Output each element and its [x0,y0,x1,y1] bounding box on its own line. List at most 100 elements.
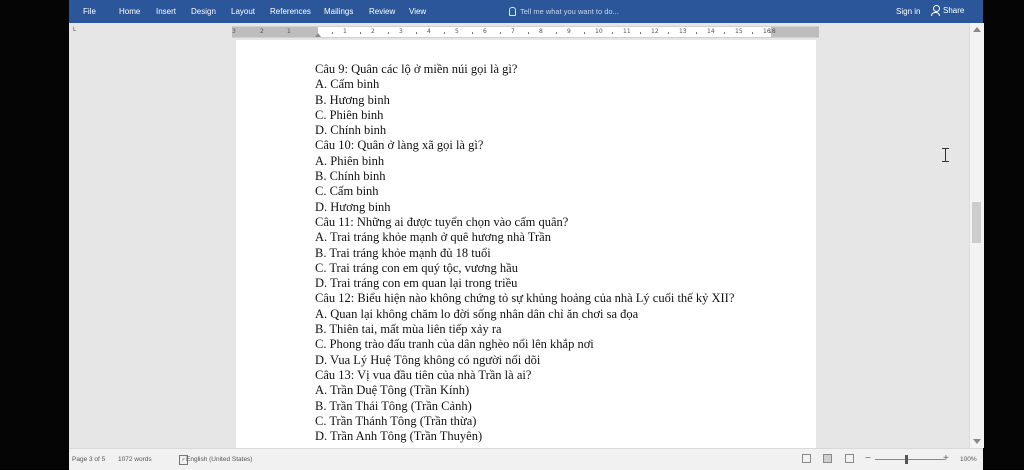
ruler-number: 15 [735,28,743,35]
read-mode-icon[interactable] [802,454,811,463]
document-line[interactable]: A. Quan lại không chăm lo đời sống nhân … [315,307,734,322]
document-page[interactable]: Câu 9: Quân các lộ ở miền núi gọi là gì?… [236,40,816,448]
word-window: File Home Insert Design Layout Reference… [0,0,1024,470]
ruler-tick [360,32,361,34]
web-layout-icon[interactable] [845,454,854,463]
document-line[interactable]: Câu 12: Biểu hiện nào không chứng tỏ sự … [315,291,734,306]
zoom-out-icon[interactable]: − [865,453,871,464]
document-line[interactable]: B. Trần Thái Tông (Trần Cảnh) [315,399,734,414]
document-line[interactable]: B. Thiên tai, mất mùa liên tiếp xảy ra [315,322,734,337]
right-black-border [983,0,1024,469]
share-label: Share [943,6,965,15]
document-line[interactable]: D. Trần Anh Tông (Trần Thuyên) [315,429,734,444]
document-line[interactable]: D. Trai tráng con em quan lại trong triề… [315,276,734,291]
ruler-number: 2 [371,28,375,35]
ruler-tick [640,32,641,34]
left-black-border [0,0,69,469]
ruler-number: 7 [511,28,515,35]
document-line[interactable]: A. Cấm binh [315,77,734,92]
tab-view[interactable]: View [409,7,426,16]
ruler-number: 12 [651,28,659,35]
horizontal-ruler[interactable]: 3 2 1 18 1 2 3 4 5 6 7 8 9 10 11 12 13 14 15 16 [232,26,819,38]
ruler-tick [500,32,501,34]
document-line[interactable]: B. Trai tráng khỏe mạnh đủ 18 tuổi [315,246,734,261]
zoom-slider[interactable] [875,459,945,460]
document-line[interactable]: Câu 10: Quân ở làng xã gọi là gì? [315,138,734,153]
tab-home[interactable]: Home [119,7,140,16]
sign-in-link[interactable]: Sign in [896,7,920,16]
document-line[interactable]: C. Phong trào đấu tranh của dân nghèo nổ… [315,337,734,352]
document-line[interactable]: A. Trần Duệ Tông (Trần Kính) [315,383,734,398]
document-line[interactable]: A. Phiên binh [315,154,734,169]
indent-marker[interactable] [315,33,321,37]
document-line[interactable]: D. Vua Lý Huệ Tông không có người nối dõ… [315,353,734,368]
tab-review[interactable]: Review [369,7,395,16]
vertical-scrollbar[interactable] [969,23,984,448]
ruler-tick [332,32,333,34]
ruler-number: 3 [399,28,403,35]
ruler-number: 8 [539,28,543,35]
tell-me-text: Tell me what you want to do... [520,7,619,16]
document-line[interactable]: A. Trai tráng khỏe mạnh ở quê hương nhà … [315,230,734,245]
tab-mailings[interactable]: Mailings [324,7,353,16]
status-bar: Page 3 of 5 1072 words ✓ English (United… [69,448,983,470]
ruler-tick [612,32,613,34]
share-button[interactable]: Share [931,5,964,16]
document-line[interactable]: C. Phiên binh [315,108,734,123]
document-line[interactable]: D. Chính binh [315,123,734,138]
page-count[interactable]: Page 3 of 5 [72,456,105,463]
tab-references[interactable]: References [270,7,311,16]
document-text: Câu 9: Quân các lộ ở miền núi gọi là gì?… [315,62,734,444]
document-line[interactable]: C. Trần Thánh Tông (Trần thừa) [315,414,734,429]
ruler-tick [388,32,389,34]
tab-insert[interactable]: Insert [156,7,176,16]
ruler-tick [416,32,417,34]
ruler-area: L 3 2 1 18 1 2 3 4 5 6 7 8 9 10 11 12 13 14 15 16 [69,23,983,40]
tab-layout[interactable]: Layout [231,7,255,16]
ruler-number: 11 [623,28,631,35]
document-line[interactable]: Câu 11: Những ai được tuyển chọn vào cấm… [315,215,734,230]
word-count[interactable]: 1072 words [118,456,152,463]
scroll-up-icon[interactable] [973,27,981,32]
ruler-number: 9 [567,28,571,35]
document-line[interactable]: B. Hương binh [315,93,734,108]
ruler-tick [752,32,753,34]
print-layout-icon[interactable] [823,454,832,463]
scrollbar-thumb[interactable] [972,202,981,243]
ruler-tick [696,32,697,34]
tab-selector[interactable]: L [73,27,80,34]
ruler-number: 2 [260,28,264,35]
tab-file[interactable]: File [83,7,96,16]
zoom-level[interactable]: 100% [960,456,977,463]
tell-me-box[interactable]: Tell me what you want to do... [509,5,619,18]
ruler-number: 5 [455,28,459,35]
ruler-tick [472,32,473,34]
scroll-down-icon[interactable] [973,439,981,444]
ruler-tick [528,32,529,34]
document-line[interactable]: C. Cấm binh [315,184,734,199]
lightbulb-icon [509,7,516,16]
ruler-tick [444,32,445,34]
ruler-number: 6 [483,28,487,35]
ruler-number: 10 [595,28,603,35]
person-icon [931,5,940,16]
ruler-number: 4 [427,28,431,35]
language[interactable]: English (United States) [186,456,252,463]
ruler-number: 1 [287,28,291,35]
document-line[interactable]: C. Trai tráng con em quý tộc, vương hầu [315,261,734,276]
ruler-tick [584,32,585,34]
ruler-right-margin [771,27,819,37]
ruler-number: 3 [232,28,236,35]
tab-design[interactable]: Design [191,7,216,16]
zoom-slider-thumb[interactable] [905,455,908,464]
ruler-tick [556,32,557,34]
ruler-number: 1 [343,28,347,35]
ruler-left-margin [232,27,318,37]
document-line[interactable]: Câu 9: Quân các lộ ở miền núi gọi là gì? [315,62,734,77]
ruler-number: 16 [763,28,771,35]
document-line[interactable]: B. Chính binh [315,169,734,184]
ruler-tick [668,32,669,34]
zoom-in-icon[interactable]: + [943,453,949,464]
document-line[interactable]: Câu 13: Vị vua đầu tiên của nhà Trần là … [315,368,734,383]
document-line[interactable]: D. Hương binh [315,200,734,215]
